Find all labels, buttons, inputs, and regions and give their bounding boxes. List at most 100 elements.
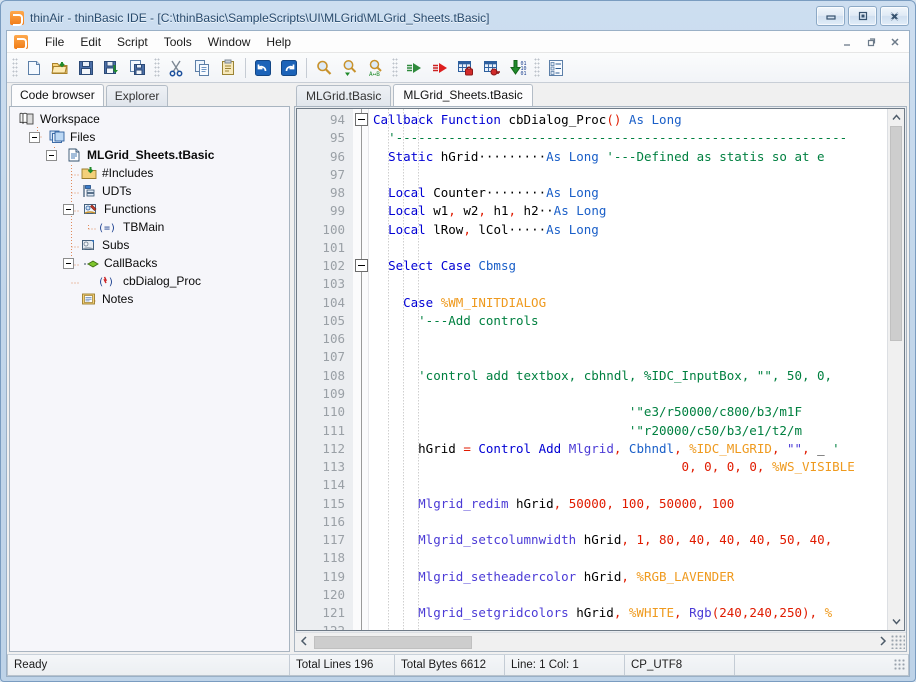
editor-tab-mlgrid-sheets[interactable]: MLGrid_Sheets.tBasic xyxy=(393,84,533,106)
menu-item-file[interactable]: File xyxy=(37,33,72,51)
run-green-play-icon[interactable] xyxy=(402,56,426,80)
status-resize-grip[interactable] xyxy=(894,659,906,671)
tree-item-functions[interactable]: Functions xyxy=(12,200,289,218)
find-next-magnifier-icon[interactable] xyxy=(338,56,362,80)
tree-item-mlgrid-sheets[interactable]: MLGrid_Sheets.tBasic xyxy=(12,146,289,164)
toolbar-grip-4[interactable] xyxy=(534,57,540,78)
undo-arrow-icon[interactable] xyxy=(251,56,275,80)
editor-vertical-scrollbar[interactable] xyxy=(887,109,904,630)
code-text-area[interactable]: Callback Function cbDialog_Proc() As Lon… xyxy=(369,109,904,630)
fold-collapse-icon[interactable] xyxy=(355,113,368,126)
tree-item-cbdialog-proc[interactable]: ( ) cbDialog_Proc xyxy=(12,272,289,290)
collapse-expander-icon[interactable] xyxy=(63,203,74,215)
maximize-button[interactable] xyxy=(848,6,877,26)
tab-explorer[interactable]: Explorer xyxy=(105,85,169,106)
collapse-expander-icon[interactable] xyxy=(63,257,74,269)
editor-tab-mlgrid[interactable]: MLGrid.tBasic xyxy=(296,85,392,106)
menu-item-window[interactable]: Window xyxy=(200,33,259,51)
code-line[interactable]: Local w1, w2, h1, h2··As Long xyxy=(369,202,904,220)
tree-item-tbmain[interactable]: (=) TBMain xyxy=(12,218,289,236)
tree-item-notes[interactable]: Notes xyxy=(12,290,289,308)
code-line[interactable] xyxy=(369,476,904,494)
collapse-expander-icon[interactable] xyxy=(29,131,40,143)
code-line[interactable] xyxy=(369,166,904,184)
code-line[interactable]: '"e3/r50000/c800/b3/m1F xyxy=(369,403,904,421)
tree-item-includes[interactable]: #Includes xyxy=(12,164,289,182)
checklist-options-icon[interactable] xyxy=(544,56,568,80)
tree-item-callbacks[interactable]: CallBacks xyxy=(12,254,289,272)
menu-item-edit[interactable]: Edit xyxy=(72,33,109,51)
scroll-up-arrow-icon[interactable] xyxy=(888,109,904,126)
code-line[interactable]: Callback Function cbDialog_Proc() As Lon… xyxy=(369,111,904,129)
new-file-icon[interactable] xyxy=(22,56,46,80)
menu-item-script[interactable]: Script xyxy=(109,33,156,51)
replace-magnifier-icon[interactable]: A↔B xyxy=(364,56,388,80)
resize-grip[interactable] xyxy=(891,635,905,649)
run-step-red-play-icon[interactable] xyxy=(428,56,452,80)
code-line[interactable] xyxy=(369,348,904,366)
tab-code-browser[interactable]: Code browser xyxy=(11,84,104,106)
mdi-restore-icon[interactable] xyxy=(859,32,883,51)
menu-item-tools[interactable]: Tools xyxy=(156,33,200,51)
menu-item-help[interactable]: Help xyxy=(258,33,299,51)
toolbar-grip-2[interactable] xyxy=(154,57,160,78)
scroll-left-arrow-icon[interactable] xyxy=(295,635,312,649)
save-as-icon[interactable] xyxy=(100,56,124,80)
tree-item-workspace[interactable]: Workspace xyxy=(12,110,289,128)
code-line[interactable]: Local Counter········As Long xyxy=(369,184,904,202)
vscroll-track[interactable] xyxy=(888,126,904,613)
save-all-icon[interactable] xyxy=(126,56,150,80)
code-line[interactable]: hGrid = Control Add Mlgrid, Cbhndl, %IDC… xyxy=(369,440,904,458)
code-line[interactable] xyxy=(369,330,904,348)
code-line[interactable] xyxy=(369,385,904,403)
close-button[interactable] xyxy=(880,6,909,26)
code-line[interactable] xyxy=(369,622,904,630)
code-line[interactable]: '"r20000/c50/b3/e1/t2/m xyxy=(369,422,904,440)
code-line[interactable]: Mlgrid_setcolumnwidth hGrid, 1, 80, 40, … xyxy=(369,531,904,549)
code-line[interactable] xyxy=(369,239,904,257)
save-icon[interactable] xyxy=(74,56,98,80)
code-line[interactable]: 'control add textbox, cbhndl, %IDC_Input… xyxy=(369,367,904,385)
code-line[interactable]: Select Case Cbmsg xyxy=(369,257,904,275)
code-line[interactable]: '---Add controls xyxy=(369,312,904,330)
tree-item-subs[interactable]: Subs xyxy=(12,236,289,254)
fold-collapse-icon[interactable] xyxy=(355,259,368,273)
compile-lock-icon[interactable] xyxy=(454,56,478,80)
hscroll-thumb[interactable] xyxy=(314,635,472,649)
open-folder-icon[interactable] xyxy=(48,56,72,80)
collapse-expander-icon[interactable] xyxy=(46,149,57,161)
code-browser-tree[interactable]: Workspace Files MLGrid_Sheets.tBasic #In… xyxy=(9,106,290,652)
compile-key-icon[interactable] xyxy=(480,56,504,80)
code-line[interactable]: Static hGrid·········As Long '---Defined… xyxy=(369,148,904,166)
code-folding-column[interactable] xyxy=(353,109,369,630)
toolbar-grip[interactable] xyxy=(12,57,18,78)
code-line[interactable] xyxy=(369,275,904,293)
code-editor[interactable]: 94 95 96 97 98 99 100 101 102 103 104 105 106 107 108 1… xyxy=(296,108,905,631)
code-line[interactable]: Mlgrid_setheadercolor hGrid, %RGB_LAVEND… xyxy=(369,568,904,586)
code-line[interactable]: '---------------------------------------… xyxy=(369,129,904,147)
code-line[interactable]: Local lRow, lCol·····As Long xyxy=(369,221,904,239)
paste-clipboard-icon[interactable] xyxy=(216,56,240,80)
code-line[interactable]: Case %WM_INITDIALOG xyxy=(369,294,904,312)
download-binary-icon[interactable]: 01 10 01 xyxy=(506,56,530,80)
tree-item-files[interactable]: Files xyxy=(12,128,289,146)
scroll-down-arrow-icon[interactable] xyxy=(888,613,904,630)
mdi-close-icon[interactable] xyxy=(883,32,907,51)
code-line[interactable]: Mlgrid_setgridcolors hGrid, %WHITE, Rgb(… xyxy=(369,604,904,622)
editor-horizontal-scrollbar[interactable] xyxy=(295,632,906,651)
mdi-minimize-icon[interactable] xyxy=(835,32,859,51)
scroll-right-arrow-icon[interactable] xyxy=(874,635,891,649)
toolbar-grip-3[interactable] xyxy=(392,57,398,78)
minimize-button[interactable] xyxy=(816,6,845,26)
redo-arrow-icon[interactable] xyxy=(277,56,301,80)
hscroll-track[interactable] xyxy=(312,635,874,650)
cut-scissors-icon[interactable] xyxy=(164,56,188,80)
code-line[interactable] xyxy=(369,513,904,531)
tree-item-udts[interactable]: UDTs xyxy=(12,182,289,200)
vscroll-thumb[interactable] xyxy=(890,126,902,341)
copy-icon[interactable] xyxy=(190,56,214,80)
code-line[interactable] xyxy=(369,586,904,604)
code-line[interactable]: Mlgrid_redim hGrid, 50000, 100, 50000, 1… xyxy=(369,495,904,513)
search-magnifier-icon[interactable] xyxy=(312,56,336,80)
code-line[interactable] xyxy=(369,549,904,567)
